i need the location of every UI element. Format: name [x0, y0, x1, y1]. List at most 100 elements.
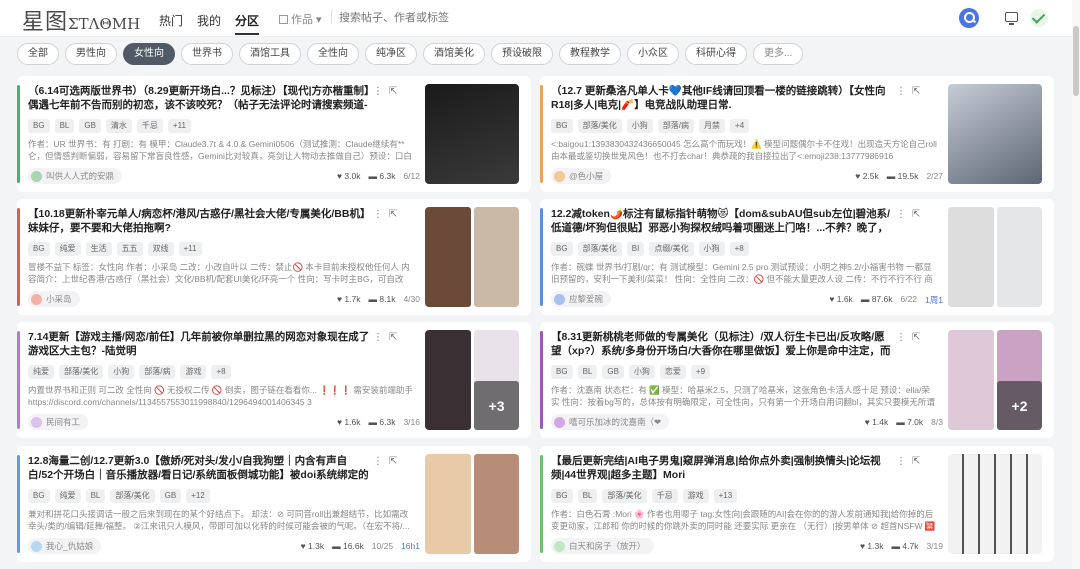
- more-icon[interactable]: ⋮: [373, 332, 383, 343]
- post-tag[interactable]: +11: [167, 119, 191, 133]
- post-tag[interactable]: 小狗: [628, 365, 655, 379]
- post-tag[interactable]: BG: [28, 119, 50, 133]
- post-tag[interactable]: BL: [577, 365, 598, 379]
- chip-2[interactable]: 女性向: [123, 43, 175, 65]
- author-chip[interactable]: 白天和房子（放开）: [551, 538, 654, 554]
- author-chip[interactable]: 叫供人人式的安鼎: [28, 168, 123, 184]
- more-icon[interactable]: ⋮: [896, 209, 906, 220]
- chip-5[interactable]: 全性向: [307, 43, 359, 65]
- chip-1[interactable]: 男性向: [65, 43, 117, 65]
- post-tag[interactable]: 点缀/美化: [649, 242, 694, 256]
- post-title[interactable]: （6.14可选两版世界书）（8.29更新开场白...？见标注）【现代|方亦楷重制…: [28, 84, 370, 112]
- nav-sections[interactable]: 分区: [235, 12, 260, 35]
- scrollbar[interactable]: [1072, 0, 1080, 569]
- post-tag[interactable]: 部落/美化: [602, 489, 647, 503]
- post-card[interactable]: （12.7 更新桑洛凡单人卡💙其他IF线请回顶看一楼的链接跳转）【女性向R18|…: [540, 76, 1054, 192]
- post-title[interactable]: 【最后更新完结|AI电子男鬼|窥屏弹消息|给你点外卖|强制换情头|论坛视频|44…: [551, 454, 893, 482]
- author-chip[interactable]: 民间有工: [28, 414, 89, 430]
- post-tag[interactable]: 部落/美化: [110, 489, 155, 503]
- external-link-icon[interactable]: ⇱: [912, 456, 920, 467]
- post-tag[interactable]: +4: [730, 119, 750, 133]
- post-tag[interactable]: 小狗: [698, 242, 725, 256]
- post-tag[interactable]: BG: [551, 242, 573, 256]
- post-tag[interactable]: 五五: [116, 242, 143, 256]
- post-tag[interactable]: +8: [211, 365, 231, 379]
- post-title[interactable]: 12.8海量二创/12.7更新3.0【傲娇/死对头/发小/自我狗塑｜内含有声自白…: [28, 454, 370, 482]
- more-icon[interactable]: ⋮: [373, 86, 383, 97]
- post-card[interactable]: 【8.31更新桃桃老师做的专属美化（见标注）/双人衍生卡已出/反攻略/愿望（xp…: [540, 322, 1054, 438]
- post-tag[interactable]: BL: [85, 489, 106, 503]
- external-link-icon[interactable]: ⇱: [389, 456, 397, 467]
- author-chip[interactable]: 小采岛: [28, 291, 80, 307]
- chip-9[interactable]: 教程教学: [559, 43, 621, 65]
- scrollbar-thumb[interactable]: [1073, 26, 1079, 96]
- post-tag[interactable]: GB: [602, 365, 624, 379]
- post-tag[interactable]: 生活: [85, 242, 112, 256]
- chip-4[interactable]: 酒馆工具: [239, 43, 301, 65]
- post-tag[interactable]: 双线: [147, 242, 174, 256]
- post-tag[interactable]: +13: [713, 489, 738, 503]
- post-thumbnail[interactable]: [948, 207, 1042, 307]
- post-thumbnail[interactable]: [948, 84, 1042, 184]
- chip-10[interactable]: 小众区: [627, 43, 679, 65]
- chip-3[interactable]: 世界书: [181, 43, 233, 65]
- post-tag[interactable]: 千忌: [136, 119, 163, 133]
- site-logo[interactable]: 星图ΣΤΛΘΜΗ: [22, 4, 140, 36]
- post-tag[interactable]: +12: [186, 489, 210, 503]
- post-tag[interactable]: 纯爱: [54, 489, 81, 503]
- author-chip[interactable]: 应黎爱碗: [551, 291, 612, 307]
- post-title[interactable]: 【8.31更新桃桃老师做的专属美化（见标注）/双人衍生卡已出/反攻略/愿望（xp…: [551, 330, 893, 358]
- post-tag[interactable]: 部落/美化: [59, 365, 104, 379]
- post-card[interactable]: 12.2减token🌶️标注有鼠标指针萌物😻【dom&subAU但sub左位|碧…: [540, 199, 1054, 315]
- post-tag[interactable]: 千忌: [651, 489, 678, 503]
- post-title[interactable]: 12.2减token🌶️标注有鼠标指针萌物😻【dom&subAU但sub左位|碧…: [551, 207, 893, 235]
- more-icon[interactable]: ⋮: [896, 86, 906, 97]
- monitor-icon[interactable]: [1005, 12, 1018, 25]
- post-card[interactable]: 【最后更新完结|AI电子男鬼|窥屏弹消息|给你点外卖|强制换情头|论坛视频|44…: [540, 446, 1054, 562]
- post-tag[interactable]: BG: [551, 489, 573, 503]
- post-thumbnail[interactable]: [425, 454, 519, 554]
- author-chip[interactable]: @色小屋: [551, 168, 612, 184]
- post-tag[interactable]: 游戏: [682, 489, 709, 503]
- external-link-icon[interactable]: ⇱: [389, 209, 397, 220]
- post-tag[interactable]: 游戏: [180, 365, 207, 379]
- external-link-icon[interactable]: ⇱: [912, 209, 920, 220]
- search-icon[interactable]: [959, 8, 979, 28]
- author-chip[interactable]: 我心_仇姑娘: [28, 538, 102, 554]
- post-tag[interactable]: 恋爱: [659, 365, 686, 379]
- post-tag[interactable]: 月禁: [699, 119, 726, 133]
- post-tag[interactable]: BG: [28, 242, 50, 256]
- external-link-icon[interactable]: ⇱: [912, 332, 920, 343]
- external-link-icon[interactable]: ⇱: [389, 332, 397, 343]
- post-title[interactable]: 【10.18更新朴宰元单人/病恋杯/港风/古惑仔/黑社会大佬/专属美化/BB机】…: [28, 207, 370, 235]
- external-link-icon[interactable]: ⇱: [389, 86, 397, 97]
- post-tag[interactable]: 清水: [105, 119, 132, 133]
- post-card[interactable]: 12.8海量二创/12.7更新3.0【傲娇/死对头/发小/自我狗塑｜内含有声自白…: [17, 446, 531, 562]
- post-thumbnail[interactable]: [425, 207, 519, 307]
- nav-hot[interactable]: 热门: [159, 12, 183, 35]
- author-chip[interactable]: 嘻可乐加冰的沈嘉南（❤: [551, 414, 670, 430]
- more-images-badge[interactable]: +3: [474, 381, 519, 430]
- post-tag[interactable]: BL: [577, 489, 598, 503]
- post-tag[interactable]: +9: [690, 365, 711, 379]
- post-title[interactable]: （12.7 更新桑洛凡单人卡💙其他IF线请回顶看一楼的链接跳转）【女性向R18|…: [551, 84, 893, 112]
- post-tag[interactable]: +8: [729, 242, 749, 256]
- chip-12[interactable]: 更多...: [753, 43, 804, 65]
- search-input[interactable]: [339, 7, 939, 29]
- post-tag[interactable]: 纯爱: [28, 365, 54, 379]
- more-icon[interactable]: ⋮: [896, 332, 906, 343]
- external-link-icon[interactable]: ⇱: [912, 86, 920, 97]
- post-tag[interactable]: +11: [178, 242, 202, 256]
- post-title[interactable]: 7.14更新【游戏主播/网恋/前任】几年前被你单删拉黑的网恋对象现在成了游戏区大…: [28, 330, 370, 358]
- post-tag[interactable]: 部落/病: [139, 365, 176, 379]
- more-icon[interactable]: ⋮: [373, 456, 383, 467]
- post-card[interactable]: （6.14可选两版世界书）（8.29更新开场白...？见标注）【现代|方亦楷重制…: [17, 76, 531, 192]
- post-tag[interactable]: 部落/美化: [577, 119, 622, 133]
- chip-7[interactable]: 酒馆美化: [423, 43, 485, 65]
- post-tag[interactable]: GB: [79, 119, 101, 133]
- post-thumbnail[interactable]: +2: [948, 330, 1042, 430]
- post-card[interactable]: 7.14更新【游戏主播/网恋/前任】几年前被你单删拉黑的网恋对象现在成了游戏区大…: [17, 322, 531, 438]
- post-tag[interactable]: 小狗: [626, 119, 653, 133]
- post-card[interactable]: 【10.18更新朴宰元单人/病恋杯/港风/古惑仔/黑社会大佬/专属美化/BB机】…: [17, 199, 531, 315]
- post-thumbnail[interactable]: [948, 454, 1042, 554]
